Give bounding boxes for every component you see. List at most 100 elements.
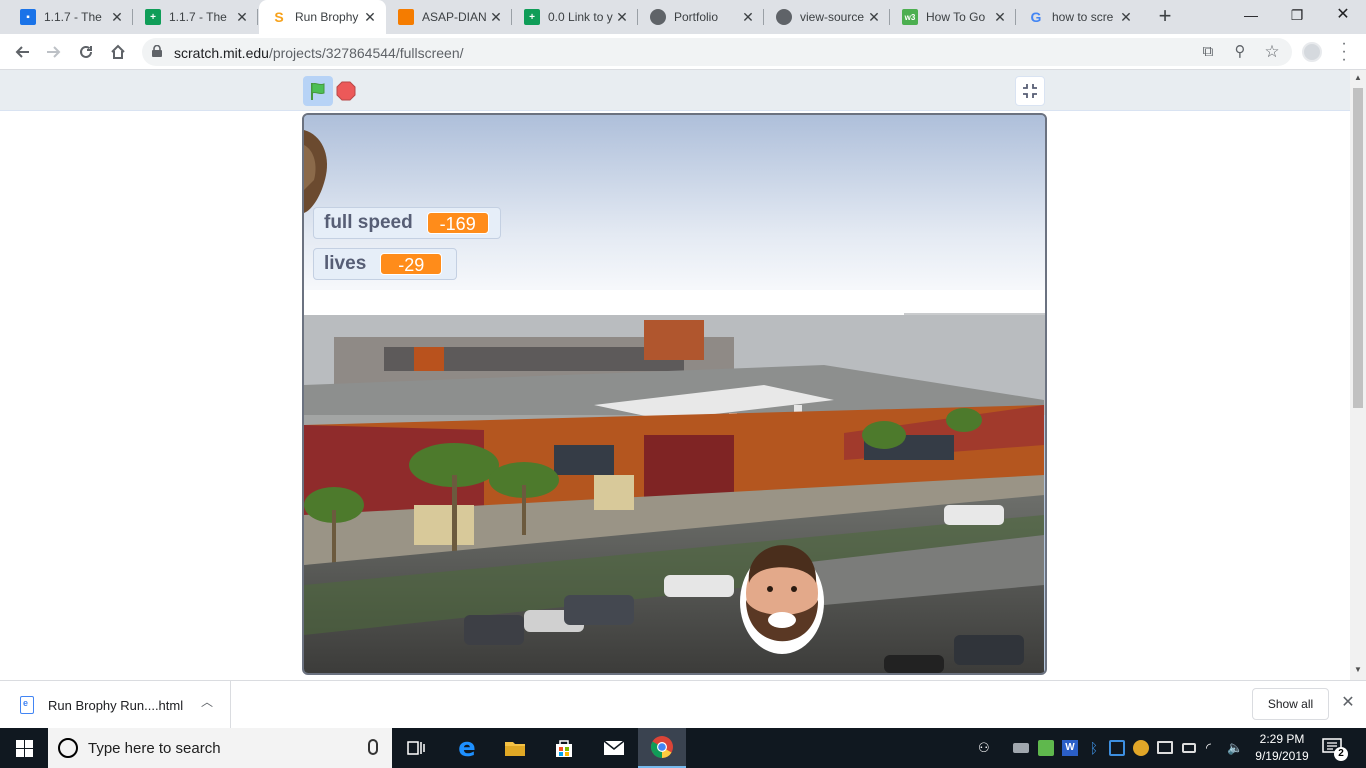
address-bar[interactable]: scratch.mit.edu/projects/327864544/fulls… — [142, 38, 1292, 66]
green-flag-button[interactable] — [303, 76, 333, 106]
new-tab-button[interactable]: + — [1154, 5, 1176, 28]
people-icon[interactable]: ⚇ — [978, 740, 994, 756]
monitor-value: -169 — [426, 212, 489, 234]
close-window-button[interactable]: ✕ — [1320, 0, 1366, 30]
display-icon[interactable] — [1157, 741, 1173, 754]
volume-muted-icon[interactable]: 🔈 — [1227, 740, 1243, 756]
bluetooth-icon[interactable]: ᛒ — [1086, 740, 1102, 756]
globe-icon — [650, 9, 666, 25]
exit-fullscreen-icon — [1023, 84, 1037, 98]
close-tab-icon[interactable]: ✕ — [1118, 9, 1134, 25]
restore-button[interactable]: ❐ — [1274, 0, 1320, 30]
w3schools-icon: w3 — [902, 9, 918, 25]
tab-google-search[interactable]: G how to scre ✕ — [1016, 0, 1142, 34]
scratch-page: full speed -169 lives -29 — [0, 70, 1350, 680]
zoom-icon[interactable]: ⚲ — [1230, 42, 1250, 62]
chrome-menu-button[interactable]: · · · — [1338, 36, 1350, 68]
google-classroom-icon: ▪ — [20, 9, 36, 25]
exit-fullscreen-button[interactable] — [1015, 76, 1045, 106]
tab-sheets-2[interactable]: + 0.0 Link to y ✕ — [512, 0, 638, 34]
word-icon[interactable]: W — [1062, 740, 1078, 756]
forward-arrow-icon — [47, 46, 61, 58]
app-tray-icon[interactable] — [1109, 740, 1125, 756]
store-button[interactable] — [540, 728, 588, 768]
tab-sheets-1[interactable]: + 1.1.7 - The ✕ — [133, 0, 258, 34]
microphone-icon[interactable] — [368, 739, 378, 755]
scratch-stage[interactable]: full speed -169 lives -29 — [302, 113, 1047, 675]
google-sheets-icon: + — [145, 9, 161, 25]
close-tab-icon[interactable]: ✕ — [614, 9, 630, 25]
task-view-icon — [407, 741, 425, 755]
page-scrollbar[interactable]: ▲ ▼ — [1350, 70, 1366, 680]
search-placeholder: Type here to search — [88, 739, 221, 757]
scratch-icon: S — [274, 9, 284, 25]
bookmark-star-icon[interactable]: ☆ — [1262, 42, 1282, 62]
cortana-icon — [58, 738, 78, 758]
close-downloads-icon[interactable]: ✕ — [1339, 694, 1357, 712]
tab-asap[interactable]: ASAP-DIAN ✕ — [386, 0, 512, 34]
tab-title: 1.1.7 - The — [44, 10, 102, 24]
google-sheets-icon: + — [524, 9, 540, 25]
close-tab-icon[interactable]: ✕ — [740, 9, 756, 25]
security-icon[interactable] — [1038, 740, 1054, 756]
download-item[interactable]: Run Brophy Run....html ︿ — [0, 681, 231, 729]
taskbar-search-box[interactable]: Type here to search — [48, 728, 392, 768]
scroll-up-icon[interactable]: ▲ — [1354, 74, 1362, 82]
downloads-bar: Run Brophy Run....html ︿ Show all ✕ — [0, 680, 1366, 729]
tab-classroom-1[interactable]: ▪ 1.1.7 - The ✕ — [8, 0, 133, 34]
clock-time: 2:29 PM — [1259, 732, 1305, 746]
green-flag-icon — [311, 82, 325, 100]
stage-backdrop — [304, 115, 1045, 673]
wifi-icon[interactable]: ◜ — [1206, 740, 1222, 756]
home-button[interactable] — [106, 40, 130, 64]
cloud-offline-icon[interactable] — [1013, 743, 1029, 753]
close-tab-icon[interactable]: ✕ — [362, 9, 378, 25]
tab-w3schools[interactable]: w3 How To Go ✕ — [890, 0, 1016, 34]
tab-portfolio[interactable]: Portfolio ✕ — [638, 0, 764, 34]
file-explorer-button[interactable] — [491, 728, 539, 768]
url-host: scratch.mit.edu — [174, 45, 269, 61]
windows-taskbar: Type here to search e ⚇ W ᛒ ◜ 🔈 2:29 PM … — [0, 728, 1366, 768]
system-clock[interactable]: 2:29 PM 9/19/2019 — [1250, 731, 1314, 765]
edge-icon: e — [458, 733, 476, 763]
reload-icon — [80, 45, 92, 58]
close-tab-icon[interactable]: ✕ — [109, 9, 125, 25]
lock-icon — [152, 45, 162, 57]
close-tab-icon[interactable]: ✕ — [992, 9, 1008, 25]
tab-run-brophy[interactable]: S Run Brophy ✕ — [259, 0, 386, 34]
mail-button[interactable] — [590, 728, 638, 768]
close-tab-icon[interactable]: ✕ — [866, 9, 882, 25]
url-text: scratch.mit.edu/projects/327864544/fulls… — [174, 45, 464, 61]
chrome-tray-icon[interactable] — [1133, 740, 1149, 756]
tab-title: Portfolio — [674, 10, 719, 24]
reload-button[interactable] — [74, 40, 98, 64]
action-center-button[interactable]: 2 — [1322, 738, 1348, 761]
back-button[interactable] — [10, 40, 34, 64]
windows-logo-icon — [15, 739, 33, 757]
url-path: /projects/327864544/fullscreen/ — [268, 45, 464, 61]
chevron-up-icon[interactable]: ︿ — [200, 695, 214, 709]
scrollbar-thumb[interactable] — [1353, 88, 1363, 408]
forward-button[interactable] — [42, 40, 66, 64]
home-icon — [111, 44, 125, 59]
minimize-button[interactable]: — — [1228, 0, 1274, 30]
clock-date: 9/19/2019 — [1255, 749, 1309, 763]
close-tab-icon[interactable]: ✕ — [234, 9, 250, 25]
tab-title: 1.1.7 - The — [169, 10, 227, 24]
show-all-button[interactable]: Show all — [1252, 688, 1329, 720]
translate-icon[interactable]: ⧉ — [1198, 42, 1218, 62]
tab-view-source[interactable]: view-source ✕ — [764, 0, 890, 34]
tab-strip: ▪ 1.1.7 - The ✕ + 1.1.7 - The ✕ S Run Br… — [0, 0, 1366, 34]
start-button[interactable] — [0, 728, 48, 768]
profile-avatar[interactable] — [1302, 42, 1322, 62]
variable-monitor-full-speed: full speed -169 — [313, 207, 501, 239]
task-view-button[interactable] — [392, 728, 440, 768]
scratch-controls-bar — [0, 70, 1350, 111]
battery-icon[interactable] — [1182, 743, 1196, 753]
close-tab-icon[interactable]: ✕ — [488, 9, 504, 25]
edge-browser-button[interactable]: e — [443, 728, 491, 768]
scroll-down-icon[interactable]: ▼ — [1354, 666, 1362, 674]
stop-button[interactable] — [336, 81, 356, 101]
chrome-taskbar-button[interactable] — [638, 728, 686, 768]
monitor-label: lives — [324, 253, 367, 274]
